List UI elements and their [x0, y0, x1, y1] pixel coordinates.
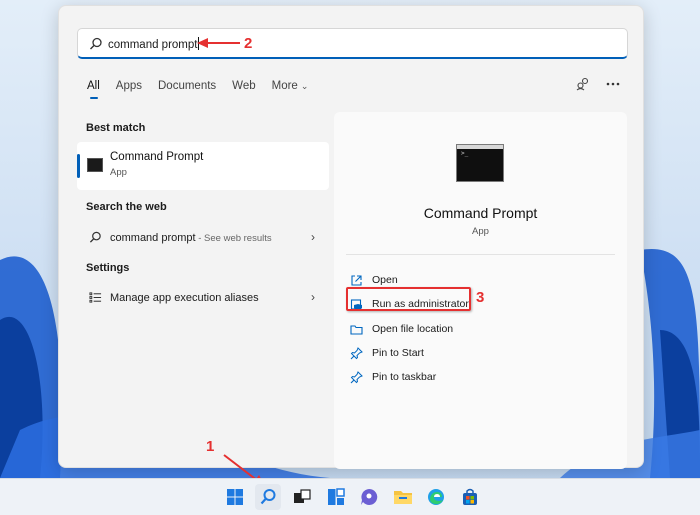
file-explorer-button[interactable] [390, 484, 416, 510]
search-button[interactable] [255, 484, 281, 510]
store-icon [463, 488, 477, 505]
annotation-number-3: 3 [476, 289, 485, 306]
taskbar [0, 478, 700, 515]
edge-browser-button[interactable] [423, 484, 449, 510]
task-view-button[interactable] [289, 484, 315, 510]
annotation-highlight-box [346, 287, 471, 311]
start-icon [227, 489, 243, 505]
search-icon [260, 489, 276, 505]
widgets-icon [328, 488, 345, 505]
file-explorer-icon [394, 491, 412, 504]
chat-button[interactable] [356, 484, 382, 510]
task-view-icon [294, 489, 311, 503]
edge-icon [428, 489, 444, 505]
annotation-number-2: 2 [244, 35, 253, 52]
microsoft-store-button[interactable] [457, 484, 483, 510]
annotation-arrows [197, 38, 265, 486]
start-button[interactable] [222, 484, 248, 510]
annotation-number-1: 1 [206, 438, 215, 455]
widgets-button[interactable] [323, 484, 349, 510]
teams-chat-icon [361, 488, 378, 505]
